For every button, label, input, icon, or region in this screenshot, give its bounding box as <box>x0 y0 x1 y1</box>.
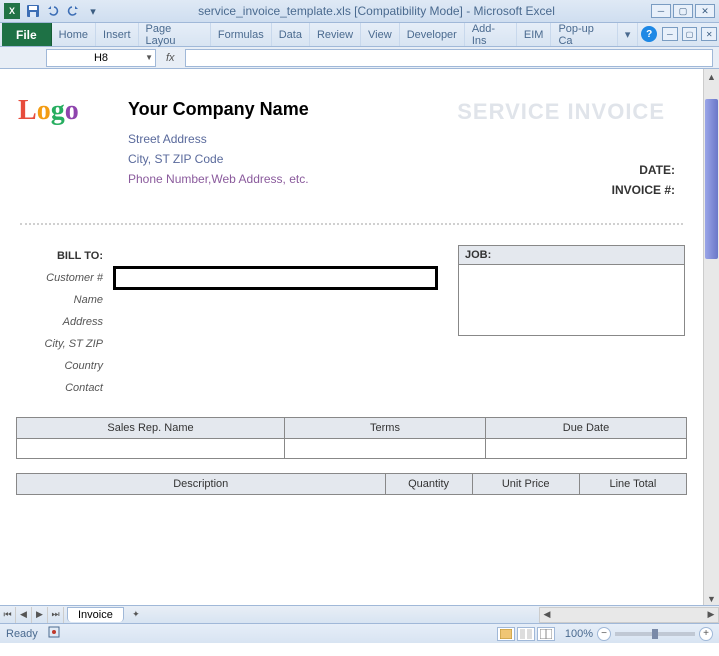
normal-view-icon[interactable] <box>497 627 515 641</box>
formula-bar: H8 ▼ fx <box>0 47 719 69</box>
bill-to-section: BILL TO: Customer # Name Address City, S… <box>8 245 695 399</box>
sales-table: Sales Rep. Name Terms Due Date <box>16 417 687 459</box>
company-name: Your Company Name <box>128 99 455 120</box>
new-sheet-icon[interactable]: ✦ <box>128 607 144 623</box>
view-buttons <box>497 627 555 641</box>
worksheet[interactable]: Logo Your Company Name Street Address Ci… <box>0 69 703 607</box>
invoice-header: Logo Your Company Name Street Address Ci… <box>8 69 695 213</box>
restore-workbook-button[interactable]: ▢ <box>682 27 698 41</box>
job-body[interactable] <box>459 265 684 335</box>
tab-eim[interactable]: EIM <box>517 23 552 46</box>
zoom-slider[interactable] <box>615 632 695 636</box>
help-icon[interactable]: ? <box>641 26 657 42</box>
scroll-thumb[interactable] <box>705 99 718 259</box>
tab-view[interactable]: View <box>361 23 400 46</box>
minimize-ribbon-button[interactable]: ─ <box>662 27 678 41</box>
tab-data[interactable]: Data <box>272 23 310 46</box>
description-table: Description Quantity Unit Price Line Tot… <box>16 473 687 495</box>
formula-input[interactable] <box>185 49 713 67</box>
close-button[interactable]: ✕ <box>695 4 715 18</box>
description-header: Description <box>17 474 386 495</box>
scroll-right-icon[interactable]: ▶ <box>704 609 718 620</box>
maximize-button[interactable]: ▢ <box>673 4 693 18</box>
bill-to-label: BILL TO: <box>18 250 113 262</box>
terms-header: Terms <box>285 418 486 439</box>
customer-label: Customer # <box>18 272 113 284</box>
close-workbook-button[interactable]: ✕ <box>701 27 717 41</box>
sales-rep-header: Sales Rep. Name <box>17 418 285 439</box>
job-label: JOB: <box>459 246 684 265</box>
sheet-tabs-bar: ⏮ ◀ ▶ ⏭ Invoice ✦ ◀ ▶ <box>0 605 719 623</box>
status-bar: Ready 100% − + <box>0 623 719 643</box>
zoom-control: 100% − + <box>565 627 713 641</box>
name-box[interactable]: H8 ▼ <box>46 49 156 67</box>
name-box-dropdown-icon[interactable]: ▼ <box>145 53 153 62</box>
tab-insert[interactable]: Insert <box>96 23 139 46</box>
worksheet-area: Logo Your Company Name Street Address Ci… <box>0 69 719 623</box>
scroll-up-icon[interactable]: ▲ <box>704 69 719 85</box>
contact-line: Phone Number,Web Address, etc. <box>128 172 455 186</box>
tab-addins[interactable]: Add-Ins <box>465 23 517 46</box>
due-date-header: Due Date <box>486 418 687 439</box>
first-sheet-icon[interactable]: ⏮ <box>0 607 16 623</box>
excel-icon: X <box>4 3 20 19</box>
table-row[interactable] <box>17 439 687 459</box>
prev-sheet-icon[interactable]: ◀ <box>16 607 32 623</box>
scroll-left-icon[interactable]: ◀ <box>540 609 554 620</box>
next-sheet-icon[interactable]: ▶ <box>32 607 48 623</box>
tab-review[interactable]: Review <box>310 23 361 46</box>
page-break-view-icon[interactable] <box>537 627 555 641</box>
tab-page-layout[interactable]: Page Layou <box>139 23 211 46</box>
tab-developer[interactable]: Developer <box>400 23 465 46</box>
qat-dropdown-icon[interactable]: ▾ <box>84 2 102 20</box>
title-bar: X ▾ service_invoice_template.xls [Compat… <box>0 0 719 23</box>
tab-formulas[interactable]: Formulas <box>211 23 272 46</box>
horizontal-scrollbar[interactable]: ◀ ▶ <box>539 607 719 623</box>
street-address: Street Address <box>128 132 455 146</box>
country-label: Country <box>18 360 113 372</box>
save-icon[interactable] <box>24 2 42 20</box>
file-tab[interactable]: File <box>2 23 52 46</box>
customer-input-active-cell[interactable] <box>113 266 438 290</box>
name-box-value: H8 <box>94 52 108 64</box>
window-controls: ─ ▢ ✕ <box>651 4 715 18</box>
ribbon-tabs: File Home Insert Page Layou Formulas Dat… <box>0 23 719 47</box>
address-label: Address <box>18 316 113 328</box>
tab-popup[interactable]: Pop-up Ca <box>551 23 617 46</box>
status-ready: Ready <box>6 628 38 640</box>
window-title: service_invoice_template.xls [Compatibil… <box>102 4 651 18</box>
quantity-header: Quantity <box>385 474 472 495</box>
invoice-no-label: INVOICE #: <box>455 183 675 197</box>
date-label: DATE: <box>455 163 675 177</box>
sheet-tab-invoice[interactable]: Invoice <box>67 607 124 622</box>
fx-icon[interactable]: fx <box>166 52 175 64</box>
vertical-scrollbar[interactable]: ▲ ▼ <box>703 69 719 607</box>
cityzip-label: City, ST ZIP <box>18 338 113 350</box>
service-invoice-title: SERVICE INVOICE <box>455 99 675 125</box>
line-total-header: Line Total <box>579 474 686 495</box>
city-line: City, ST ZIP Code <box>128 152 455 166</box>
tab-home[interactable]: Home <box>52 23 96 46</box>
redo-icon[interactable] <box>64 2 82 20</box>
last-sheet-icon[interactable]: ⏭ <box>48 607 64 623</box>
minimize-button[interactable]: ─ <box>651 4 671 18</box>
unit-price-header: Unit Price <box>472 474 579 495</box>
undo-icon[interactable] <box>44 2 62 20</box>
page-layout-view-icon[interactable] <box>517 627 535 641</box>
contact-label: Contact <box>18 382 113 394</box>
job-box: JOB: <box>458 245 685 336</box>
zoom-out-button[interactable]: − <box>597 627 611 641</box>
logo: Logo <box>18 99 128 123</box>
name-label: Name <box>18 294 113 306</box>
zoom-level[interactable]: 100% <box>565 628 593 640</box>
zoom-in-button[interactable]: + <box>699 627 713 641</box>
ribbon-dropdown-icon[interactable]: ▾ <box>618 23 639 46</box>
macro-record-icon[interactable] <box>48 626 60 641</box>
divider <box>20 223 683 225</box>
quick-access-toolbar: ▾ <box>24 2 102 20</box>
